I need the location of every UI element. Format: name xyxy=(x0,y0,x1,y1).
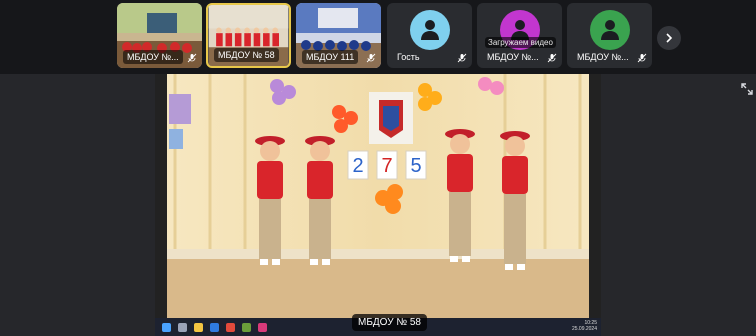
banner-digit: 5 xyxy=(410,155,421,177)
banner-digit: 2 xyxy=(352,155,363,177)
search-icon[interactable] xyxy=(178,322,187,332)
participant-tile[interactable]: Гость xyxy=(387,3,472,68)
app-icon[interactable] xyxy=(258,322,267,332)
main-stage: 2 7 5 10:25 25.09.2024 МБДОУ № 58 xyxy=(0,74,756,336)
mic-muted-icon xyxy=(187,53,197,63)
taskbar-date: 25.09.2024 xyxy=(571,326,597,332)
next-participants-button[interactable] xyxy=(657,26,681,50)
main-video[interactable]: 2 7 5 xyxy=(155,74,601,318)
mic-muted-icon xyxy=(637,53,647,63)
participant-name: МБДОУ №... xyxy=(123,50,183,64)
banner-digit: 7 xyxy=(381,155,392,177)
avatar xyxy=(589,10,630,50)
loading-video-status: Загружаем видео xyxy=(485,37,556,48)
mic-muted-icon xyxy=(366,53,376,63)
participant-name: МБДОУ 111 xyxy=(302,50,359,64)
mic-muted-icon xyxy=(457,53,467,63)
chevron-right-icon xyxy=(666,33,673,43)
participant-tile[interactable]: МБДОУ №... xyxy=(117,3,202,68)
user-icon xyxy=(420,20,439,40)
taskbar-clock: 10:25 25.09.2024 xyxy=(572,320,597,332)
participant-tile-active[interactable]: МБДОУ № 58 xyxy=(206,3,291,68)
fullscreen-icon[interactable] xyxy=(740,82,754,96)
participant-name: МБДОУ № 58 xyxy=(214,48,279,62)
windows-start-icon[interactable] xyxy=(162,322,171,332)
folder-icon[interactable] xyxy=(194,322,203,332)
participant-name: МБДОУ №... xyxy=(487,52,539,62)
participant-name: МБДОУ №... xyxy=(577,52,629,62)
main-participant-name: МБДОУ № 58 xyxy=(352,314,427,331)
participant-tile[interactable]: Загружаем видео МБДОУ №... xyxy=(477,3,562,68)
participant-name: Гость xyxy=(397,52,420,62)
mic-muted-icon xyxy=(547,53,557,63)
avatar xyxy=(409,10,450,50)
browser-icon[interactable] xyxy=(210,322,219,332)
participant-tile[interactable]: МБДОУ 111 xyxy=(296,3,381,68)
main-video-scene: 2 7 5 xyxy=(155,74,601,318)
participant-tile[interactable]: МБДОУ №... xyxy=(567,3,652,68)
participants-bar: МБДОУ №... МБДОУ № 58 МБДОУ 111 Гость За… xyxy=(0,0,756,74)
app-icon[interactable] xyxy=(242,322,251,332)
app-icon[interactable] xyxy=(226,322,235,332)
user-icon xyxy=(600,20,619,40)
